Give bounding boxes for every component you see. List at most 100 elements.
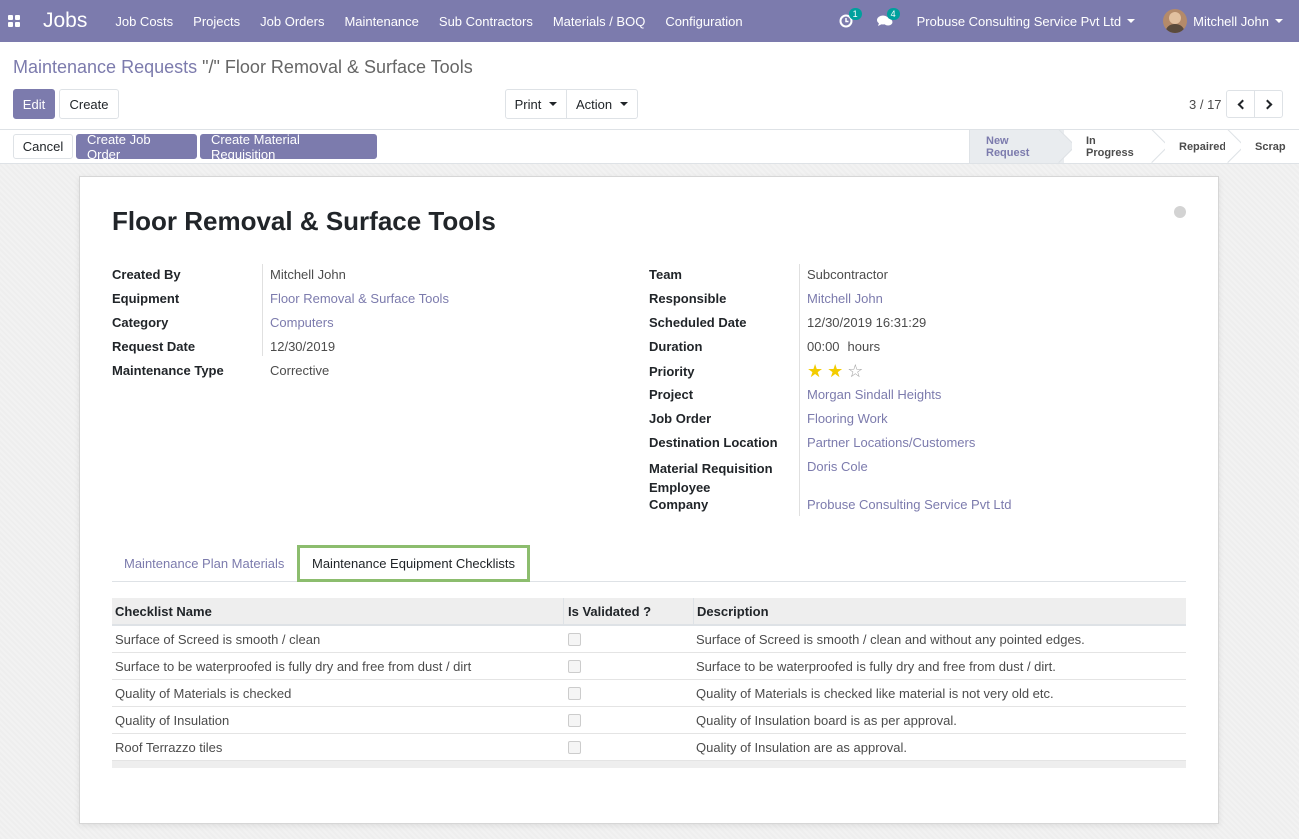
field-material-requisition-employee: Material Requisition Employee Doris Cole — [649, 459, 868, 497]
menu-job-orders[interactable]: Job Orders — [260, 14, 324, 29]
print-dropdown[interactable]: Print — [505, 89, 567, 119]
field-duration: Duration 00:00 hours — [649, 339, 880, 354]
checklist-name-cell: Surface to be waterproofed is fully dry … — [115, 658, 472, 674]
field-label: Project — [649, 387, 694, 402]
top-navbar: Jobs Job Costs Projects Job Orders Maint… — [0, 0, 1299, 42]
star-empty-icon[interactable]: ☆ — [847, 362, 863, 380]
tab-maintenance-plan-materials[interactable]: Maintenance Plan Materials — [124, 545, 284, 582]
mr-employee-link[interactable]: Doris Cole — [807, 459, 868, 497]
user-menu[interactable]: Mitchell John — [1193, 14, 1269, 29]
field-label-line-1: Material Requisition — [649, 461, 773, 476]
app-brand[interactable]: Jobs — [43, 9, 87, 33]
destination-location-link[interactable]: Partner Locations/Customers — [807, 435, 975, 450]
field-label: Created By — [112, 267, 181, 282]
breadcrumb-parent[interactable]: Maintenance Requests — [13, 57, 197, 77]
user-caret-icon[interactable] — [1275, 19, 1283, 23]
pager-previous-button[interactable] — [1226, 90, 1255, 118]
chevron-left-icon — [1237, 99, 1247, 109]
field-label: Destination Location — [649, 435, 778, 450]
job-order-link[interactable]: Flooring Work — [807, 411, 888, 426]
action-caret-icon — [620, 102, 629, 106]
stage-repaired[interactable]: Repaired — [1157, 130, 1233, 163]
is-validated-checkbox[interactable] — [568, 659, 581, 673]
menu-configuration[interactable]: Configuration — [665, 14, 742, 29]
category-link[interactable]: Computers — [270, 315, 334, 330]
pager-counter[interactable]: 3 / 17 — [1189, 97, 1222, 112]
stage-in-progress[interactable]: In Progress — [1064, 130, 1157, 163]
checklist-name-cell: Quality of Insulation — [115, 712, 230, 728]
checklist-name-cell: Roof Terrazzo tiles — [115, 739, 223, 755]
field-priority: Priority ★ ★ ☆ — [649, 362, 863, 380]
equipment-link[interactable]: Floor Removal & Surface Tools — [270, 291, 449, 306]
table-row[interactable]: Surface to be waterproofed is fully dry … — [112, 653, 1186, 680]
create-material-requisition-button[interactable]: Create Material Requisition — [200, 132, 377, 162]
duration-unit: hours — [847, 339, 881, 354]
field-value: Corrective — [270, 363, 330, 378]
company-switcher[interactable]: Probuse Consulting Service Pvt Ltd — [917, 14, 1122, 29]
star-filled-icon[interactable]: ★ — [807, 362, 823, 380]
stage-scrap[interactable]: Scrap — [1233, 130, 1299, 163]
is-validated-checkbox[interactable] — [568, 713, 581, 727]
messaging-menu[interactable]: 4 — [876, 8, 900, 28]
table-row[interactable]: Quality of Insulation Quality of Insulat… — [112, 707, 1186, 734]
breadcrumb-current: Floor Removal & Surface Tools — [224, 57, 473, 77]
kanban-state-icon[interactable] — [1174, 206, 1186, 218]
table-row[interactable]: Roof Terrazzo tiles Quality of Insulatio… — [112, 734, 1186, 761]
stage-label: New Request — [986, 134, 1030, 159]
description-cell: Surface to be waterproofed is fully dry … — [696, 658, 1056, 674]
menu-projects[interactable]: Projects — [193, 14, 240, 29]
menu-materials-boq[interactable]: Materials / BOQ — [553, 14, 645, 29]
star-filled-icon[interactable]: ★ — [827, 362, 843, 380]
description-cell: Quality of Insulation are as approval. — [696, 739, 908, 755]
column-header-is-validated[interactable]: Is Validated ? — [563, 598, 693, 624]
activity-menu[interactable]: 1 — [839, 8, 862, 28]
stage-label: Repaired — [1179, 140, 1227, 153]
pager-next-button[interactable] — [1254, 90, 1283, 118]
field-responsible: Responsible Mitchell John — [649, 291, 883, 306]
description-cell: Quality of Insulation board is as per ap… — [696, 712, 957, 728]
edit-button[interactable]: Edit — [13, 89, 55, 119]
field-label: Responsible — [649, 291, 727, 306]
description-cell: Quality of Materials is checked like mat… — [696, 685, 1054, 701]
create-job-order-button[interactable]: Create Job Order — [76, 132, 197, 162]
priority-stars: ★ ★ ☆ — [807, 362, 863, 380]
table-row[interactable]: Quality of Materials is checked Quality … — [112, 680, 1186, 707]
field-label: Scheduled Date — [649, 315, 747, 330]
is-validated-checkbox[interactable] — [568, 740, 581, 754]
apps-menu-icon[interactable] — [8, 15, 20, 27]
company-link[interactable]: Probuse Consulting Service Pvt Ltd — [807, 497, 1012, 512]
field-label: Request Date — [112, 339, 196, 354]
is-validated-checkbox[interactable] — [568, 686, 581, 700]
column-header-description[interactable]: Description — [693, 598, 1186, 624]
stage-new-request[interactable]: New Request — [969, 130, 1064, 163]
action-dropdown[interactable]: Action — [566, 89, 638, 119]
column-header-checklist-name[interactable]: Checklist Name — [112, 604, 563, 619]
field-project: Project Morgan Sindall Heights — [649, 387, 941, 402]
responsible-link[interactable]: Mitchell John — [807, 291, 883, 306]
print-caret-icon — [549, 102, 558, 106]
menu-job-costs[interactable]: Job Costs — [115, 14, 173, 29]
field-value: Mitchell John — [270, 267, 346, 282]
record-title: Floor Removal & Surface Tools — [112, 206, 496, 236]
tab-maintenance-equipment-checklists[interactable]: Maintenance Equipment Checklists — [297, 545, 531, 582]
field-equipment: Equipment Floor Removal & Surface Tools — [112, 291, 449, 306]
field-category: Category Computers — [112, 315, 334, 330]
print-label: Print — [514, 96, 542, 112]
field-label: Company — [649, 497, 709, 512]
field-label-line-2: Employee — [649, 480, 711, 495]
table-footer — [112, 761, 1186, 768]
project-link[interactable]: Morgan Sindall Heights — [807, 387, 941, 402]
menu-maintenance[interactable]: Maintenance — [344, 14, 418, 29]
user-avatar[interactable] — [1163, 9, 1188, 33]
menu-sub-contractors[interactable]: Sub Contractors — [439, 14, 533, 29]
description-cell: Surface of Screed is smooth / clean and … — [696, 631, 1085, 647]
activity-count-badge: 1 — [848, 8, 862, 20]
field-value: Subcontractor — [807, 267, 888, 282]
table-row[interactable]: Surface of Screed is smooth / clean Surf… — [112, 626, 1186, 653]
company-caret-icon[interactable] — [1127, 19, 1136, 23]
duration-value: 00:00 — [807, 339, 840, 354]
is-validated-checkbox[interactable] — [568, 632, 581, 646]
create-button[interactable]: Create — [59, 89, 119, 119]
cancel-button[interactable]: Cancel — [13, 134, 73, 159]
field-label: Equipment — [112, 291, 180, 306]
